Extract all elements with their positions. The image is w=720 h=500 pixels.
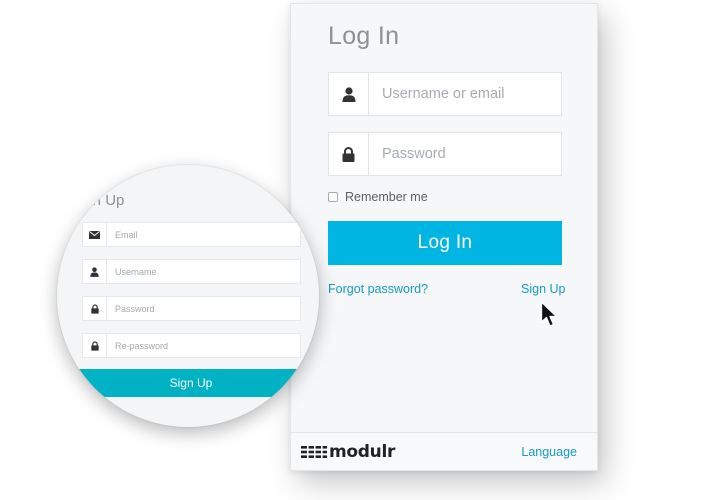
remember-me[interactable]: Remember me <box>328 190 428 204</box>
login-button[interactable]: Log In <box>328 221 562 265</box>
signup-email-input[interactable]: Email <box>107 223 300 246</box>
logo-mark-icon <box>301 445 327 459</box>
stage: Log In Username or email Password Rememb… <box>0 0 720 500</box>
lock-icon <box>83 297 107 320</box>
forgot-password-link[interactable]: Forgot password? <box>328 282 428 296</box>
signup-repassword-input[interactable]: Re-password <box>107 334 300 357</box>
remember-checkbox[interactable] <box>328 192 338 202</box>
signup-password-input[interactable]: Password <box>107 297 300 320</box>
user-icon <box>83 260 107 283</box>
password-field[interactable]: Password <box>328 132 562 176</box>
username-input[interactable]: Username or email <box>369 73 561 115</box>
login-title: Log In <box>328 22 400 50</box>
signup-username-input[interactable]: Username <box>107 260 300 283</box>
signup-email-field[interactable]: Email <box>82 222 301 247</box>
login-panel: Log In Username or email Password Rememb… <box>290 3 598 471</box>
lock-icon <box>329 133 369 175</box>
signup-repassword-field[interactable]: Re-password <box>82 333 301 358</box>
signup-password-field[interactable]: Password <box>82 296 301 321</box>
username-field[interactable]: Username or email <box>328 72 562 116</box>
envelope-icon <box>83 223 107 246</box>
sign-up-link[interactable]: Sign Up <box>521 282 565 296</box>
signup-button[interactable]: Sign Up <box>79 369 303 397</box>
signup-title: Sign Up <box>71 192 125 209</box>
signup-zoom-magnifier: Sign Up Email Username Password Re-passw… <box>57 165 319 427</box>
modulr-logo: modulr <box>301 442 395 462</box>
user-icon <box>329 73 369 115</box>
language-link[interactable]: Language <box>521 445 577 459</box>
remember-label: Remember me <box>345 190 428 204</box>
lock-icon <box>83 334 107 357</box>
password-input[interactable]: Password <box>369 133 561 175</box>
signup-username-field[interactable]: Username <box>82 259 301 284</box>
panel-footer: modulr Language <box>291 432 597 470</box>
mouse-pointer-icon <box>540 301 558 327</box>
logo-text: modulr <box>329 442 396 462</box>
